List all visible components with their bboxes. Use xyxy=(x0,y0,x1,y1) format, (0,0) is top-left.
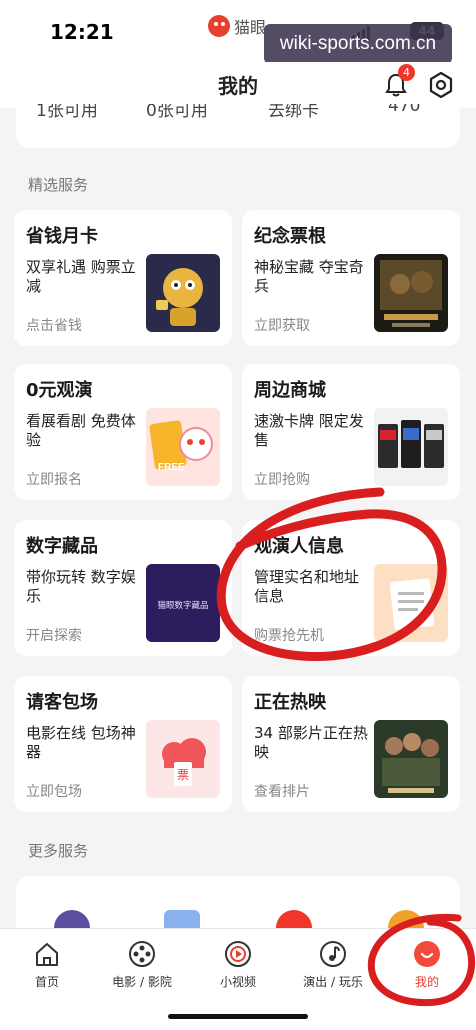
card-cta: 查看排片 xyxy=(254,784,310,800)
voucher-count: 0张可用 xyxy=(146,104,208,121)
ticket-cloud-image: 票 xyxy=(146,720,220,798)
card-free-show[interactable]: 0元观演 看展看剧 免费体验 立即报名 FREE xyxy=(14,364,232,500)
watermark: wiki-sports.com.cn xyxy=(264,24,452,64)
card-merch-store[interactable]: 周边商城 速激卡牌 限定发售 立即抢购 xyxy=(242,364,460,500)
tab-label: 小视频 xyxy=(219,975,256,989)
play-icon xyxy=(225,941,251,967)
card-title: 省钱月卡 xyxy=(26,226,98,247)
tab-label: 电影 / 影院 xyxy=(112,975,172,989)
app-name: 猫眼 xyxy=(234,18,267,37)
film-reel-icon xyxy=(129,941,155,967)
card-cta: 立即获取 xyxy=(254,318,310,334)
card-desc: 管理实名和地址信息 xyxy=(254,568,360,605)
document-image xyxy=(374,564,448,642)
card-title: 数字藏品 xyxy=(26,536,98,557)
card-desc: 神秘宝藏 夺宝奇兵 xyxy=(254,258,364,295)
card-desc: 速激卡牌 限定发售 xyxy=(254,412,364,449)
tab-profile[interactable]: 我的 xyxy=(382,939,472,990)
tab-shows-fun[interactable]: 演出 / 玩乐 xyxy=(288,939,378,990)
app-indicator: 猫眼 xyxy=(208,14,266,38)
card-desc: 带你玩转 数字娱乐 xyxy=(26,568,136,605)
points-count: 470 xyxy=(388,104,421,116)
tab-home[interactable]: 首页 xyxy=(2,939,92,990)
trading-cards-image xyxy=(374,408,448,486)
tab-label: 首页 xyxy=(34,975,59,989)
digital-collectibles-image: 猫眼数字藏品 xyxy=(146,564,220,642)
card-cta: 立即包场 xyxy=(26,784,82,800)
card-desc: 电影在线 包场神器 xyxy=(26,724,136,761)
home-indicator xyxy=(168,1014,308,1019)
movie-poster-image xyxy=(374,720,448,798)
tab-movies-cinema[interactable]: 电影 / 影院 xyxy=(97,939,187,990)
maoyan-logo-icon xyxy=(208,15,230,37)
movie-poster-image xyxy=(374,254,448,332)
tab-label: 演出 / 玩乐 xyxy=(303,975,363,989)
header: 我的 4 xyxy=(0,62,476,108)
profile-smile-icon xyxy=(414,941,440,967)
section-title-more: 更多服务 xyxy=(28,842,89,860)
card-digital-collectibles[interactable]: 数字藏品 带你玩转 数字娱乐 开启探索 猫眼数字藏品 xyxy=(14,520,232,656)
thumb-text: FREE xyxy=(158,462,185,473)
card-cta: 立即抢购 xyxy=(254,472,310,488)
status-time: 12:21 xyxy=(50,20,114,44)
thumb-text: 票 xyxy=(177,768,189,782)
card-private-screening[interactable]: 请客包场 电影在线 包场神器 立即包场 票 xyxy=(14,676,232,812)
notification-badge: 4 xyxy=(398,64,415,81)
section-title-selected: 精选服务 xyxy=(28,176,89,194)
tab-label: 我的 xyxy=(414,975,439,989)
card-now-showing[interactable]: 正在热映 34 部影片正在热映 查看排片 xyxy=(242,676,460,812)
card-title: 正在热映 xyxy=(254,692,326,713)
bind-card-link[interactable]: 去绑卡 xyxy=(268,104,319,121)
coupon-count: 1张可用 xyxy=(36,104,98,121)
card-title: 观演人信息 xyxy=(254,536,344,557)
card-title: 0元观演 xyxy=(26,380,93,401)
card-title: 周边商城 xyxy=(254,380,326,401)
free-tickets-image: FREE xyxy=(146,408,220,486)
card-cta: 立即报名 xyxy=(26,472,82,488)
card-cta: 购票抢先机 xyxy=(254,628,324,644)
card-ticket-stub[interactable]: 纪念票根 神秘宝藏 夺宝奇兵 立即获取 xyxy=(242,210,460,346)
coupon-summary-card[interactable]: 1张可用 0张可用 去绑卡 470 xyxy=(16,104,460,148)
card-desc: 看展看剧 免费体验 xyxy=(26,412,136,449)
card-cta: 点击省钱 xyxy=(26,318,82,334)
music-note-icon xyxy=(320,941,346,967)
card-desc: 双享礼遇 购票立减 xyxy=(26,258,136,295)
tab-short-video[interactable]: 小视频 xyxy=(193,939,283,990)
card-savings-month[interactable]: 省钱月卡 双享礼遇 购票立减 点击省钱 xyxy=(14,210,232,346)
card-desc: 34 部影片正在热映 xyxy=(254,724,368,761)
gold-cat-mascot-image xyxy=(146,254,220,332)
home-icon xyxy=(36,943,58,966)
thumb-text: 猫眼数字藏品 xyxy=(157,600,208,611)
settings-icon[interactable] xyxy=(428,72,454,98)
card-attendee-info[interactable]: 观演人信息 管理实名和地址信息 购票抢先机 xyxy=(242,520,460,656)
card-cta: 开启探索 xyxy=(26,628,82,644)
card-title: 纪念票根 xyxy=(254,226,326,247)
card-title: 请客包场 xyxy=(26,692,98,713)
